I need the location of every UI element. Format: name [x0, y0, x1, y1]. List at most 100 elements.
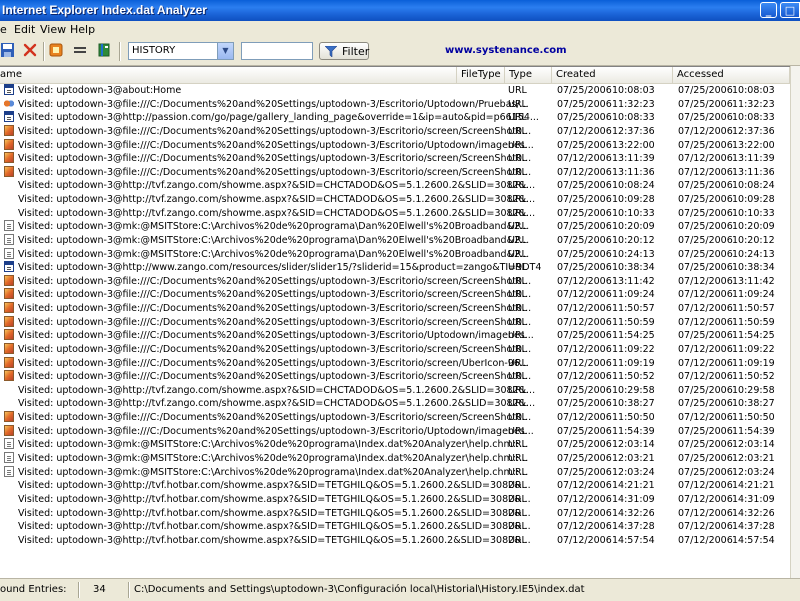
- row-created-date: 07/25/2006: [557, 439, 612, 451]
- book-button[interactable]: [96, 42, 114, 60]
- row-type: URL: [508, 248, 527, 260]
- row-accessed-time: 12:03:14: [732, 439, 775, 451]
- row-accessed-date: 07/12/2006: [678, 412, 733, 424]
- table-row[interactable]: Visited: uptodown-3@http://tvf.zango.com…: [0, 193, 790, 207]
- table-row[interactable]: Visited: uptodown-3@file:///C:/Documents…: [0, 152, 790, 166]
- row-created-date: 07/12/2006: [557, 371, 612, 383]
- vertical-scrollbar[interactable]: [790, 66, 800, 578]
- column-header-created[interactable]: Created: [552, 67, 673, 83]
- row-created-time: 10:38:27: [612, 398, 655, 410]
- row-created-date: 07/25/2006: [557, 98, 612, 110]
- row-created-time: 10:29:58: [612, 384, 655, 396]
- row-accessed-date: 07/25/2006: [678, 194, 733, 206]
- row-created-date: 07/12/2006: [557, 357, 612, 369]
- table-row[interactable]: Visited: uptodown-3@http://tvf.hotbar.co…: [0, 507, 790, 521]
- column-header-name[interactable]: ame: [0, 67, 457, 83]
- filter-button[interactable]: Filter: [319, 42, 369, 60]
- row-accessed-date: 07/25/2006: [678, 98, 733, 110]
- table-row[interactable]: Visited: uptodown-3@mk:@MSITStore:C:\Arc…: [0, 220, 790, 234]
- table-row[interactable]: Visited: uptodown-3@http://tvf.hotbar.co…: [0, 493, 790, 507]
- row-name: Visited: uptodown-3@http://tvf.zango.com…: [18, 384, 536, 396]
- row-accessed-date: 07/25/2006: [678, 425, 733, 437]
- status-divider: [78, 582, 80, 598]
- table-row[interactable]: Visited: uptodown-3@file:///C:/Documents…: [0, 329, 790, 343]
- filter-input[interactable]: [241, 42, 313, 60]
- window-title: Internet Explorer Index.dat Analyzer: [2, 3, 207, 17]
- row-accessed-date: 07/12/2006: [678, 507, 733, 519]
- table-row[interactable]: Visited: uptodown-3@file:///C:/Documents…: [0, 97, 790, 112]
- table-row[interactable]: Visited: uptodown-3@http://tvf.hotbar.co…: [0, 479, 790, 493]
- row-type: URL: [508, 303, 527, 315]
- table-row[interactable]: Visited: uptodown-3@file:///C:/Documents…: [0, 356, 790, 371]
- table-row[interactable]: Visited: uptodown-3@file:///C:/Documents…: [0, 302, 790, 316]
- table-row[interactable]: Visited: uptodown-3@file:///C:/Documents…: [0, 424, 790, 439]
- table-row[interactable]: Visited: uptodown-3@file:///C:/Documents…: [0, 411, 790, 425]
- column-header-type[interactable]: Type: [505, 67, 552, 83]
- mode-select[interactable]: HISTORY ▼: [128, 42, 234, 60]
- table-row[interactable]: Visited: uptodown-3@mk:@MSITStore:C:\Arc…: [0, 247, 790, 262]
- table-row[interactable]: Visited: uptodown-3@http://tvf.zango.com…: [0, 207, 790, 221]
- row-type: URL: [508, 112, 527, 124]
- table-row[interactable]: Visited: uptodown-3@http://tvf.hotbar.co…: [0, 534, 790, 548]
- website-link[interactable]: www.systenance.com: [445, 45, 567, 56]
- menu-view[interactable]: View: [40, 23, 66, 36]
- table-row[interactable]: Visited: uptodown-3@mk:@MSITStore:C:\Arc…: [0, 438, 790, 452]
- row-name: Visited: uptodown-3@mk:@MSITStore:C:\Arc…: [18, 248, 530, 260]
- menu-edit[interactable]: Edit: [14, 23, 35, 36]
- minimize-button[interactable]: _: [760, 2, 777, 18]
- table-row[interactable]: Visited: uptodown-3@http://www.zango.com…: [0, 261, 790, 275]
- row-accessed-time: 10:08:24: [732, 180, 775, 192]
- row-created-time: 11:50:50: [612, 412, 655, 424]
- table-row[interactable]: Visited: uptodown-3@http://tvf.hotbar.co…: [0, 520, 790, 534]
- table-row[interactable]: Visited: uptodown-3@file:///C:/Documents…: [0, 274, 790, 289]
- row-type: URL: [508, 398, 527, 410]
- table-row[interactable]: Visited: uptodown-3@mk:@MSITStore:C:\Arc…: [0, 233, 790, 248]
- chevron-down-icon[interactable]: ▼: [217, 43, 233, 59]
- row-created-time: 14:57:54: [612, 534, 655, 546]
- document-icon: [4, 220, 14, 232]
- table-row[interactable]: Visited: uptodown-3@http://tvf.zango.com…: [0, 179, 790, 193]
- table-row[interactable]: Visited: uptodown-3@http://tvf.zango.com…: [0, 384, 790, 398]
- table-row[interactable]: Visited: uptodown-3@file:///C:/Documents…: [0, 342, 790, 357]
- record-button[interactable]: [48, 42, 66, 60]
- table-row[interactable]: Visited: uptodown-3@file:///C:/Documents…: [0, 370, 790, 384]
- row-name: Visited: uptodown-3@file:///C:/Documents…: [18, 275, 532, 287]
- row-created-time: 10:08:33: [612, 112, 655, 124]
- row-name: Visited: uptodown-3@mk:@MSITStore:C:\Arc…: [18, 234, 530, 246]
- equals-button[interactable]: [72, 42, 90, 60]
- row-type: URL: [508, 234, 527, 246]
- column-header-filetype[interactable]: FileType: [457, 67, 505, 83]
- row-accessed-date: 07/25/2006: [678, 248, 733, 260]
- delete-icon: [23, 43, 37, 57]
- maximize-button[interactable]: □: [780, 2, 800, 18]
- row-name: Visited: uptodown-3@about:Home: [18, 85, 182, 96]
- row-type: URL: [508, 85, 527, 96]
- table-row[interactable]: Visited: uptodown-3@file:///C:/Documents…: [0, 165, 790, 180]
- row-type: URL: [508, 412, 527, 424]
- table-row[interactable]: Visited: uptodown-3@file:///C:/Documents…: [0, 124, 790, 139]
- row-type: URL: [508, 439, 527, 451]
- row-name: Visited: uptodown-3@http://tvf.zango.com…: [18, 398, 536, 410]
- table-row[interactable]: Visited: uptodown-3@file:///C:/Documents…: [0, 315, 790, 330]
- status-bar: ound Entries: 34 C:\Documents and Settin…: [0, 578, 800, 601]
- table-row[interactable]: Visited: uptodown-3@http://passion.com/g…: [0, 111, 790, 125]
- row-type: URL: [508, 534, 527, 546]
- row-created-date: 07/25/2006: [557, 85, 612, 96]
- row-created-date: 07/25/2006: [557, 398, 612, 410]
- row-type: URL: [508, 221, 527, 233]
- table-row[interactable]: Visited: uptodown-3@about:Home URL 07/25/2…: [0, 84, 790, 98]
- menu-help[interactable]: Help: [70, 23, 95, 36]
- delete-button[interactable]: [22, 42, 40, 60]
- row-accessed-time: 11:09:19: [732, 357, 775, 369]
- table-row[interactable]: Visited: uptodown-3@http://tvf.zango.com…: [0, 397, 790, 411]
- table-row[interactable]: Visited: uptodown-3@mk:@MSITStore:C:\Arc…: [0, 452, 790, 466]
- table-row[interactable]: Visited: uptodown-3@file:///C:/Documents…: [0, 288, 790, 302]
- row-name: Visited: uptodown-3@file:///C:/Documents…: [18, 303, 532, 315]
- save-button[interactable]: [0, 42, 18, 60]
- image-icon: [4, 315, 14, 327]
- row-accessed-date: 07/12/2006: [678, 493, 733, 505]
- table-row[interactable]: Visited: uptodown-3@file:///C:/Documents…: [0, 138, 790, 153]
- column-header-accessed[interactable]: Accessed: [673, 67, 790, 83]
- table-row[interactable]: Visited: uptodown-3@mk:@MSITStore:C:\Arc…: [0, 465, 790, 480]
- menu-file[interactable]: e: [0, 23, 7, 36]
